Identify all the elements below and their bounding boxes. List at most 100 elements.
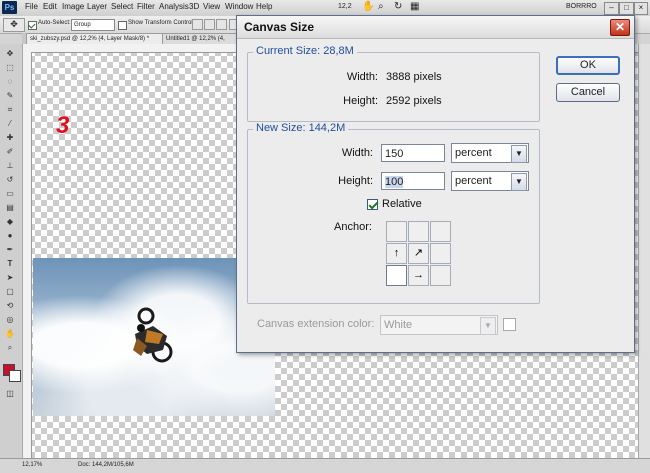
vertical-ruler xyxy=(23,52,32,458)
history-brush-tool-icon[interactable]: ↺ xyxy=(3,174,17,185)
anchor-grid: ↑ ↗ → xyxy=(386,221,452,287)
extension-color-select[interactable]: White ▼ xyxy=(380,315,498,335)
eyedropper-tool-icon[interactable]: ⁄ xyxy=(3,118,17,129)
vertical-scrollbar[interactable] xyxy=(638,44,650,458)
brush-tool-icon[interactable]: ✐ xyxy=(3,146,17,157)
auto-select-checkbox[interactable] xyxy=(28,21,37,30)
dialog-close-button[interactable]: ✕ xyxy=(610,19,630,36)
zoom-icon[interactable]: ⌕ xyxy=(378,1,384,12)
chevron-down-icon[interactable]: ▼ xyxy=(511,173,527,191)
auto-select-label: Auto-Select: xyxy=(38,20,71,26)
new-width-input[interactable]: 150 xyxy=(381,144,445,162)
document-tabs: ski_zubszy.psd @ 12,2% (4, Layer Mask/8)… xyxy=(22,33,262,45)
current-size-legend: Current Size: 28,8M xyxy=(253,45,357,57)
workspace-switcher[interactable]: BORRRO xyxy=(566,3,597,10)
move-tool-preset-icon[interactable]: ✥ xyxy=(3,18,25,32)
quick-select-tool-icon[interactable]: ✎ xyxy=(3,90,17,101)
gradient-tool-icon[interactable]: ▤ xyxy=(3,202,17,213)
ok-button[interactable]: OK xyxy=(556,56,620,75)
auto-select-target-select[interactable]: Group xyxy=(71,19,115,31)
app-close-button[interactable]: × xyxy=(634,2,648,15)
path-select-tool-icon[interactable]: ➤ xyxy=(3,272,17,283)
hand-icon[interactable]: ✋ xyxy=(362,1,374,12)
extension-color-swatch[interactable] xyxy=(503,318,516,331)
move-tool-icon[interactable]: ✥ xyxy=(3,48,17,59)
anchor-middle-center[interactable]: ↗ xyxy=(408,243,429,264)
3d-camera-tool-icon[interactable]: ◎ xyxy=(3,314,17,325)
marquee-tool-icon[interactable]: ⬚ xyxy=(3,62,17,73)
zoom-tool-icon[interactable]: ⌕ xyxy=(3,342,17,353)
background-color-swatch[interactable] xyxy=(9,370,21,382)
menu-layer[interactable]: Layer xyxy=(87,2,107,11)
rotate-view-icon[interactable]: ↻ xyxy=(394,1,402,12)
cancel-button[interactable]: Cancel xyxy=(556,83,620,102)
arrange-documents-icon[interactable]: ▦ xyxy=(410,1,419,12)
menu-help[interactable]: Help xyxy=(256,2,272,11)
width-unit-select[interactable]: percent ▼ xyxy=(451,143,529,163)
relative-checkbox[interactable] xyxy=(367,199,378,210)
minimize-button[interactable]: – xyxy=(604,2,619,15)
anchor-label: Anchor: xyxy=(334,221,372,233)
align-top-icon[interactable] xyxy=(192,19,203,30)
new-width-label: Width: xyxy=(341,147,373,159)
hand-tool-icon[interactable]: ✋ xyxy=(3,328,17,339)
anchor-top-left[interactable] xyxy=(386,221,407,242)
dialog-titlebar[interactable]: Canvas Size ✕ xyxy=(237,16,634,39)
anchor-bottom-center[interactable]: → xyxy=(408,265,429,286)
chevron-down-icon[interactable]: ▼ xyxy=(480,317,496,335)
photoshop-logo: Ps xyxy=(2,1,17,14)
extension-color-value: White xyxy=(384,319,413,331)
menu-3d[interactable]: 3D xyxy=(189,2,199,11)
current-size-group: Current Size: 28,8M Width: 3888 pixels H… xyxy=(247,45,540,122)
shape-tool-icon[interactable]: ▢ xyxy=(3,286,17,297)
dodge-tool-icon[interactable]: ● xyxy=(3,230,17,241)
width-unit-value: percent xyxy=(455,147,492,159)
align-middle-icon[interactable] xyxy=(204,19,215,30)
chevron-down-icon[interactable]: ▼ xyxy=(511,145,527,163)
toolbox: ✥ ⬚ ◌ ✎ ⌗ ⁄ ✚ ✐ ⊥ ↺ ▭ ▤ ◆ ● ✒ T ➤ ▢ ⟲ ◎ … xyxy=(0,44,23,458)
menu-analysis[interactable]: Analysis xyxy=(159,2,189,11)
eraser-tool-icon[interactable]: ▭ xyxy=(3,188,17,199)
height-unit-select[interactable]: percent ▼ xyxy=(451,171,529,191)
height-unit-value: percent xyxy=(455,175,492,187)
quick-mask-icon[interactable]: ◫ xyxy=(3,388,17,399)
anchor-middle-left[interactable]: ↑ xyxy=(386,243,407,264)
menu-view[interactable]: View xyxy=(203,2,220,11)
relative-label[interactable]: Relative xyxy=(382,198,422,210)
current-height-label: Height: xyxy=(343,95,378,107)
3d-rotate-tool-icon[interactable]: ⟲ xyxy=(3,300,17,311)
menu-file[interactable]: File xyxy=(25,2,38,11)
menu-filter[interactable]: Filter xyxy=(137,2,155,11)
anchor-top-right[interactable] xyxy=(430,221,451,242)
show-transform-checkbox[interactable] xyxy=(118,21,127,30)
maximize-button[interactable]: □ xyxy=(619,2,634,15)
menu-window[interactable]: Window xyxy=(225,2,253,11)
align-bottom-icon[interactable] xyxy=(216,19,227,30)
lasso-tool-icon[interactable]: ◌ xyxy=(3,76,17,87)
menu-edit[interactable]: Edit xyxy=(43,2,57,11)
current-height-value: 2592 pixels xyxy=(386,95,442,107)
anchor-bottom-left[interactable] xyxy=(386,265,407,286)
current-width-label: Width: xyxy=(346,71,378,83)
extension-color-label: Canvas extension color: xyxy=(257,318,375,330)
healing-tool-icon[interactable]: ✚ xyxy=(3,132,17,143)
type-tool-icon[interactable]: T xyxy=(3,258,17,269)
new-height-input[interactable]: 100 xyxy=(381,172,445,190)
anchor-middle-right[interactable] xyxy=(430,243,451,264)
pen-tool-icon[interactable]: ✒ xyxy=(3,244,17,255)
clone-stamp-tool-icon[interactable]: ⊥ xyxy=(3,160,17,171)
new-height-value: 100 xyxy=(385,176,404,188)
status-doc-size: Doc: 144,2M/105,6M xyxy=(78,462,134,468)
anchor-top-center[interactable] xyxy=(408,221,429,242)
step-marker-3: 3 xyxy=(56,112,70,139)
menu-select[interactable]: Select xyxy=(111,2,133,11)
show-transform-label: Show Transform Controls xyxy=(128,20,196,26)
menu-image[interactable]: Image xyxy=(62,2,84,11)
anchor-bottom-right[interactable] xyxy=(430,265,451,286)
new-size-group: New Size: 144,2M Width: 150 percent ▼ He… xyxy=(247,122,540,304)
current-width-value: 3888 pixels xyxy=(386,71,442,83)
crop-tool-icon[interactable]: ⌗ xyxy=(3,104,17,115)
blur-tool-icon[interactable]: ◆ xyxy=(3,216,17,227)
zoom-readout[interactable]: 12,2 xyxy=(338,3,352,10)
status-zoom[interactable]: 12,17% xyxy=(22,462,42,468)
